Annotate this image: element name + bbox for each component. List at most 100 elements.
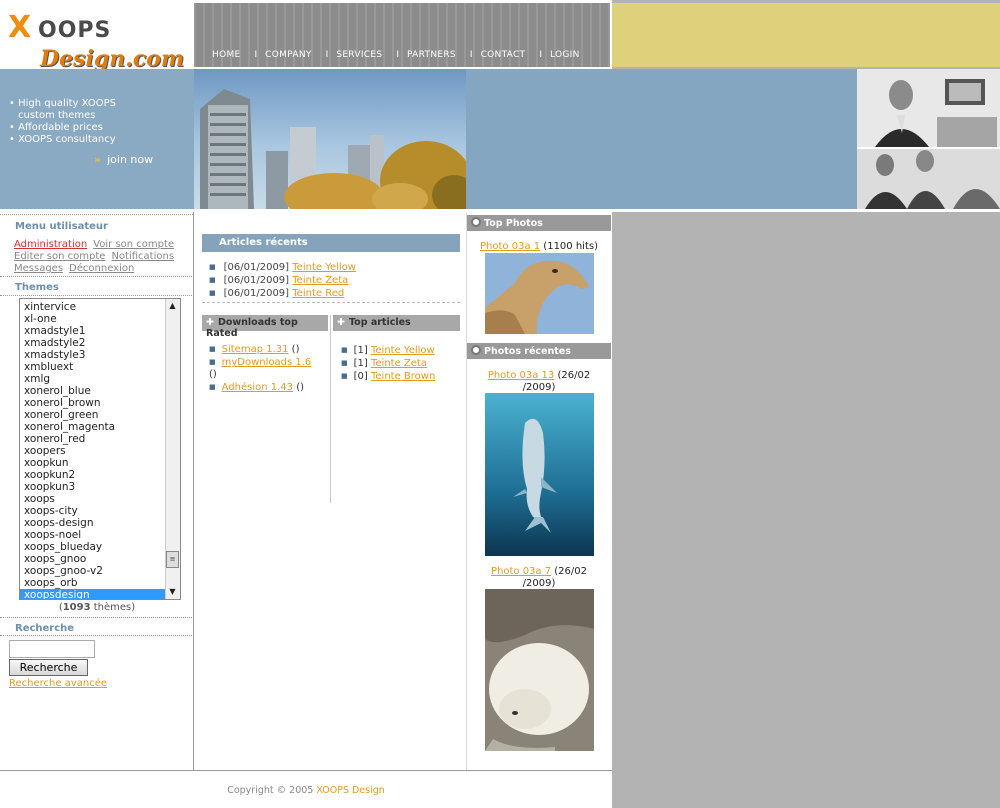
nav-contact[interactable]: CONTACT <box>473 50 540 60</box>
user-menu-links: Administration Voir son compte Editer son… <box>0 237 193 275</box>
join-now-link[interactable]: » join now <box>94 153 153 166</box>
theme-option[interactable]: xonerol_brown <box>20 397 167 409</box>
theme-option[interactable]: xoops_gnoo <box>20 553 167 565</box>
promo-item: High quality XOOPS <box>9 98 116 110</box>
recent-articles-title: Articles récents <box>202 234 460 252</box>
site-logo[interactable]: X OOPS Design.com <box>0 0 194 72</box>
scroll-thumb[interactable]: ≡ <box>166 551 179 568</box>
advanced-search-link[interactable]: Recherche avancée <box>9 678 107 689</box>
top-articles-title: ✚ Top articles <box>333 315 460 331</box>
theme-option[interactable]: xoopkun3 <box>20 481 167 493</box>
theme-option-selected[interactable]: xoopsdesign <box>20 589 167 599</box>
article-link[interactable]: Teinte Zeta <box>371 358 427 369</box>
copyright-text: Copyright © 2005 XOOPS Design <box>227 785 385 796</box>
article-link[interactable]: Teinte Brown <box>371 371 435 382</box>
list-item: myDownloads 1.6() <box>209 356 327 381</box>
theme-option[interactable]: xoopkun <box>20 457 167 469</box>
theme-option[interactable]: xl-one <box>20 313 167 325</box>
main-content: Articles récents [06/01/2009] Teinte Yel… <box>195 212 466 770</box>
search-input[interactable] <box>9 640 95 658</box>
divider <box>0 635 194 636</box>
photo-link[interactable]: Photo 03a 7 <box>491 566 551 577</box>
column-divider <box>330 315 331 503</box>
user-menu-title: Menu utilisateur <box>15 221 108 232</box>
theme-option[interactable]: xoopkun2 <box>20 469 167 481</box>
list-item: [06/01/2009] Teinte Zeta <box>209 274 356 287</box>
city-skyline-image <box>194 69 466 209</box>
nav-login[interactable]: LOGIN <box>542 50 594 60</box>
scroll-down-icon[interactable]: ▼ <box>165 585 180 599</box>
nav-services[interactable]: SERVICES <box>328 50 396 60</box>
theme-option[interactable]: xmlg <box>20 373 167 385</box>
admin-link[interactable]: Administration <box>14 239 87 250</box>
scrollbar[interactable]: ▲ ≡ ▼ <box>165 299 180 599</box>
promo-list: High quality XOOPS custom themes Afforda… <box>9 98 116 146</box>
theme-option[interactable]: xintervice <box>20 301 167 313</box>
list-item: [06/01/2009] Teinte Red <box>209 287 356 300</box>
top-articles-list: [1] Teinte Yellow [1] Teinte Zeta [0] Te… <box>341 344 436 383</box>
top-navigation: HOME I COMPANY I SERVICES I PARTNERS I C… <box>194 3 610 67</box>
header-banner-blue <box>466 69 857 209</box>
theme-option[interactable]: xonerol_blue <box>20 385 167 397</box>
notifications-link[interactable]: Notifications <box>111 251 174 262</box>
recent-articles-list: [06/01/2009] Teinte Yellow [06/01/2009] … <box>209 261 356 300</box>
scroll-up-icon[interactable]: ▲ <box>165 299 180 313</box>
download-link[interactable]: Sitemap 1.31 <box>222 344 289 355</box>
footer-brand-link[interactable]: XOOPS Design <box>316 785 384 796</box>
nav-company[interactable]: COMPANY <box>257 50 325 60</box>
promo-item-continued: custom themes <box>18 110 96 121</box>
theme-option[interactable]: xonerol_magenta <box>20 421 167 433</box>
nav-partners[interactable]: PARTNERS <box>399 50 470 60</box>
theme-option[interactable]: xmadstyle2 <box>20 337 167 349</box>
theme-select-list[interactable]: xintervice xl-one xmadstyle1 xmadstyle2 … <box>19 298 181 600</box>
theme-option[interactable]: xoopers <box>20 445 167 457</box>
bullet-icon <box>471 217 481 227</box>
photo-link[interactable]: Photo 03a 1 <box>480 241 540 252</box>
theme-option[interactable]: xoops <box>20 493 167 505</box>
logo-oops: OOPS <box>38 18 112 43</box>
edit-account-link[interactable]: Editer son compte <box>14 251 105 262</box>
theme-option[interactable]: xonerol_green <box>20 409 167 421</box>
camel-photo[interactable] <box>485 253 594 334</box>
list-item: Adhésion 1.43 () <box>209 381 327 394</box>
theme-option[interactable]: xoops-design <box>20 517 167 529</box>
list-item: [1] Teinte Yellow <box>341 344 435 357</box>
theme-option[interactable]: xoops_blueday <box>20 541 167 553</box>
promo-item: Affordable prices <box>9 122 116 134</box>
download-link[interactable]: myDownloads 1.6 <box>222 357 312 368</box>
download-link[interactable]: Adhésion 1.43 <box>222 382 293 393</box>
theme-option[interactable]: xmbluext <box>20 361 167 373</box>
nav-home[interactable]: HOME <box>204 50 255 60</box>
theme-option[interactable]: xmadstyle3 <box>20 349 167 361</box>
theme-option[interactable]: xmadstyle1 <box>20 325 167 337</box>
search-button[interactable]: Recherche <box>9 659 88 676</box>
polar-bear-photo[interactable] <box>485 589 594 751</box>
messages-link[interactable]: Messages <box>14 263 63 274</box>
list-item: [06/01/2009] Teinte Yellow <box>209 261 356 274</box>
theme-option[interactable]: xonerol_red <box>20 433 167 445</box>
article-link[interactable]: Teinte Zeta <box>292 275 348 286</box>
photo-caption: Photo 03a 1 (1100 hits) <box>480 241 598 252</box>
header-banner-khaki <box>612 3 1000 67</box>
left-sidebar: Menu utilisateur Administration Voir son … <box>0 212 194 770</box>
theme-option[interactable]: xoops-city <box>20 505 167 517</box>
photo-link[interactable]: Photo 03a 13 <box>488 370 554 381</box>
downloads-list: Sitemap 1.31 () myDownloads 1.6() Adhési… <box>209 343 327 394</box>
recent-photos-title: Photos récentes <box>467 343 611 359</box>
article-link[interactable]: Teinte Yellow <box>371 345 435 356</box>
theme-option[interactable]: xoops_gnoo-v2 <box>20 565 167 577</box>
right-sidebar: Top Photos Photo 03a 1 (1100 hits) Photo… <box>466 212 611 770</box>
top-photos-title: Top Photos <box>467 215 611 231</box>
dolphin-photo[interactable] <box>485 393 594 556</box>
logo-x: X <box>8 10 31 45</box>
theme-option[interactable]: xoops-noel <box>20 529 167 541</box>
logout-link[interactable]: Déconnexion <box>69 263 134 274</box>
view-account-link[interactable]: Voir son compte <box>93 239 174 250</box>
article-link[interactable]: Teinte Red <box>292 288 344 299</box>
bullet-icon <box>471 345 481 355</box>
article-link[interactable]: Teinte Yellow <box>292 262 356 273</box>
theme-option[interactable]: xoops_orb <box>20 577 167 589</box>
list-item: [1] Teinte Zeta <box>341 357 435 370</box>
theme-count-number: 1093 <box>62 602 91 613</box>
divider <box>0 295 194 296</box>
